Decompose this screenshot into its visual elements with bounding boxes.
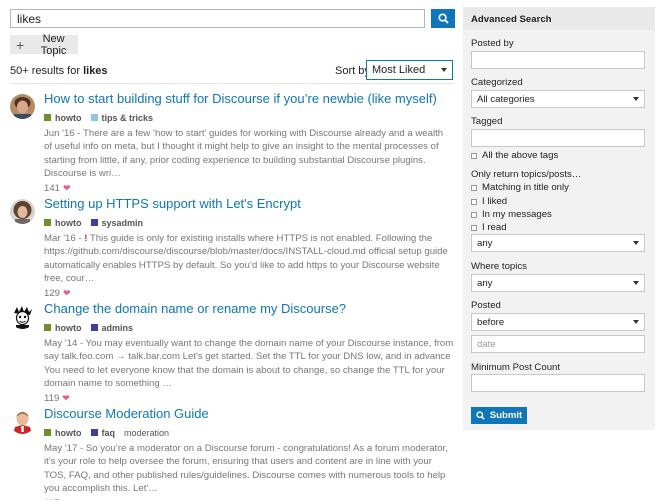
avatar[interactable] [10, 199, 35, 224]
heart-icon: ❤ [63, 182, 71, 193]
where-topics-select[interactable]: any [471, 274, 645, 292]
results-list: How to start building stuff for Discours… [10, 90, 454, 500]
min-post-count-label: Minimum Post Count [471, 362, 561, 373]
result-blurb: Jun '16 - There are a few ‘how to start’… [44, 128, 444, 180]
only-return-select[interactable]: any [471, 234, 645, 252]
result-tags: howto tips & tricks [44, 111, 454, 124]
chevron-down-icon [633, 281, 639, 285]
all-tags-checkbox[interactable]: All the above tags [471, 150, 558, 161]
search-result: How to start building stuff for Discours… [10, 90, 454, 195]
result-title[interactable]: Change the domain name or rename my Disc… [44, 300, 454, 318]
category-select[interactable]: All categories [471, 90, 645, 108]
category-value: All categories [477, 93, 535, 105]
checkbox-icon [471, 184, 477, 191]
check-title-only[interactable]: Matching in title only [471, 182, 569, 193]
result-date: May '14 [44, 338, 78, 349]
tag[interactable]: howto [44, 113, 82, 123]
only-return-label: Only return topics/posts… [471, 169, 582, 180]
search-icon [476, 411, 485, 420]
heart-icon: ❤ [62, 392, 70, 403]
results-count-text: 50+ results for [10, 65, 81, 77]
avatar[interactable] [10, 94, 35, 119]
result-date: Mar '16 [44, 233, 76, 244]
result-title[interactable]: How to start building stuff for Discours… [44, 90, 454, 108]
posted-select[interactable]: before [471, 313, 645, 331]
result-title[interactable]: Discourse Moderation Guide [44, 405, 454, 423]
search-result: Setting up HTTPS support with Let's Encr… [10, 195, 454, 300]
tag[interactable]: howto [44, 323, 82, 333]
search-result: Discourse Moderation Guide howto faq mod… [10, 405, 454, 500]
result-title[interactable]: Setting up HTTPS support with Let's Encr… [44, 195, 454, 213]
tag[interactable]: admins [90, 323, 133, 333]
new-topic-button[interactable]: + New Topic [10, 32, 78, 57]
checkbox-icon [471, 198, 477, 205]
plus-icon: + [16, 36, 25, 53]
avatar[interactable] [10, 409, 35, 434]
posted-by-input[interactable] [471, 51, 645, 69]
search-input[interactable]: likes [10, 9, 425, 28]
checkbox-icon [471, 152, 477, 159]
tag[interactable]: sysadmin [90, 218, 143, 228]
search-icon [437, 13, 449, 24]
chevron-down-icon [441, 68, 447, 72]
tag[interactable]: howto [44, 428, 82, 438]
advanced-search-panel: Advanced Search Posted by Categorized Al… [463, 7, 655, 430]
like-count: 129 ❤ [44, 287, 71, 299]
chevron-down-icon [633, 97, 639, 101]
panel-title: Advanced Search [463, 7, 655, 30]
tag[interactable]: faq [90, 428, 115, 438]
tag[interactable]: moderation [124, 428, 169, 438]
submit-button[interactable]: Submit [471, 407, 527, 424]
tag[interactable]: tips & tricks [90, 113, 153, 123]
result-date: Jun '16 [44, 128, 75, 139]
result-tags: howto sysadmin [44, 216, 454, 229]
heart-icon: ❤ [63, 287, 71, 298]
search-button[interactable] [431, 9, 455, 28]
checkbox-icon [471, 211, 477, 218]
chevron-down-icon [633, 320, 639, 324]
avatar[interactable] [10, 304, 35, 329]
posted-by-label: Posted by [471, 38, 514, 49]
min-post-count-input[interactable] [471, 374, 645, 392]
categorized-label: Categorized [471, 77, 523, 88]
results-count: 50+ results for likes [10, 65, 108, 77]
check-i-liked[interactable]: I liked [471, 196, 507, 207]
result-tags: howto admins [44, 321, 454, 334]
tag[interactable]: howto [44, 218, 82, 228]
result-blurb: May '17 - So you’re a moderator on a Dis… [44, 443, 448, 495]
date-input[interactable]: date [471, 335, 645, 353]
check-in-my-messages[interactable]: In my messages [471, 209, 552, 220]
check-i-read[interactable]: I read [471, 222, 507, 233]
new-topic-label: New Topic [40, 32, 67, 57]
tagged-label: Tagged [471, 116, 503, 127]
where-topics-label: Where topics [471, 261, 527, 272]
sort-value: Most Liked [372, 64, 426, 76]
sort-label: Sort by [335, 65, 370, 77]
search-result: Change the domain name or rename my Disc… [10, 300, 454, 405]
checkbox-icon [471, 224, 477, 231]
result-blurb: May '14 - You may eventually want to cha… [44, 338, 454, 390]
result-date: May '17 [44, 443, 78, 454]
divider [10, 83, 454, 84]
posted-label: Posted [471, 300, 501, 311]
like-count: 141 ❤ [44, 182, 71, 194]
results-term: likes [83, 65, 108, 77]
result-blurb: Mar '16 - ! This guide is only for exist… [44, 233, 448, 285]
chevron-down-icon [633, 241, 639, 245]
tagged-input[interactable] [471, 129, 645, 147]
like-count: 119 ❤ [44, 392, 70, 404]
result-tags: howto faq moderation [44, 426, 454, 439]
sort-select[interactable]: Most Liked [366, 60, 453, 80]
